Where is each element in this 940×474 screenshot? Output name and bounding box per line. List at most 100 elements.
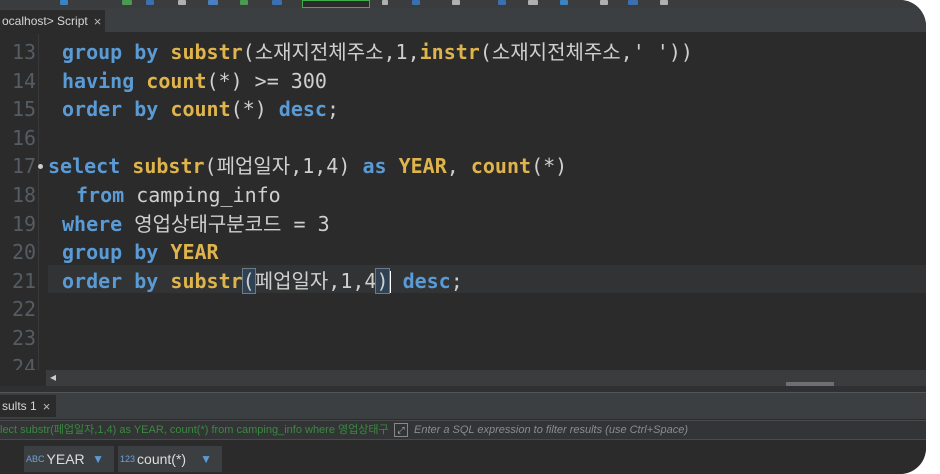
code-token: count [146,68,207,93]
code-text: group by substr(소재지전체주소,1,instr(소재지전체주소,… [62,38,693,66]
code-line[interactable]: 13 group by substr(소재지전체주소,1,instr(소재지전체주… [0,38,926,66]
code-token: by [134,268,159,293]
code-token: group [62,40,123,64]
tab-script[interactable]: ocalhost> Script × [0,10,105,32]
expand-icon[interactable]: ⤢ [394,423,408,437]
code-token: ( [241,267,256,294]
line-number: 21 [12,268,37,293]
results-tab-label: sults 1 [2,399,37,413]
sql-editor[interactable]: 13 group by substr(소재지전체주소,1,instr(소재지전체주… [0,34,926,370]
code-line[interactable]: 22 [0,295,926,323]
code-token: by [134,40,159,64]
horizontal-scrollbar[interactable]: ◂ [46,370,926,386]
code-text: select substr(페업일자,1,4) as YEAR, count(*… [48,152,567,180]
fold-marker-icon[interactable] [38,164,43,170]
sort-icon[interactable]: ▼ [200,452,212,466]
code-token: having [62,68,135,93]
code-token: 페업일자,1,4 [254,268,377,293]
results-tab-bar: sults 1 × [0,392,926,419]
app-window: ocalhost> Script × 13 group by substr(소재지… [0,0,926,474]
sort-icon[interactable]: ▼ [92,452,104,466]
code-token: by [134,240,159,265]
main-toolbar [0,0,926,8]
line-number: 15 [12,97,37,122]
tab-script-label: ocalhost> Script [2,14,88,28]
column-year-label: YEAR [46,451,85,467]
code-text: having count(*) >= 300 [62,67,327,95]
code-token: YEAR [398,154,447,179]
line-number: 23 [12,326,37,350]
code-token: camping_info [124,183,281,207]
code-token: (*) >= 300 [206,68,327,93]
code-token: , [446,154,471,179]
close-icon[interactable]: × [94,14,102,29]
code-token: ; [450,268,463,293]
toolbar-field[interactable] [302,0,370,8]
code-token: (소재지전체주소,' ')) [479,40,693,64]
code-token: substr [132,154,205,179]
line-number: 20 [12,240,37,265]
code-token: YEAR [170,240,219,265]
code-token: from [76,183,125,207]
code-token: by [134,97,159,122]
line-number: 17 [12,154,37,179]
column-count-label: count(*) [137,451,187,467]
code-token: count [170,97,231,122]
code-line[interactable]: 15 order by count(*) desc; [0,95,926,123]
column-year[interactable]: ABC YEAR ▼ [24,446,114,472]
tab-results-1[interactable]: sults 1 × [0,395,56,417]
results-filter-bar: lect substr(페업일자,1,4) as YEAR, count(*) … [0,420,926,440]
code-token: where [62,211,123,236]
code-token: select [48,154,121,179]
code-line[interactable]: 16 [0,124,926,152]
numeric-type-icon: 123 [120,454,136,464]
line-number: 24 [12,354,37,370]
line-number: 14 [12,68,37,93]
code-text: order by count(*) desc; [62,95,339,123]
code-text: where 영업상태구분코드 = 3 [62,210,330,238]
line-number: 22 [12,297,37,322]
code-token: substr [170,40,243,64]
code-token: order [62,268,123,293]
line-number: 18 [12,183,37,207]
code-token: as [362,154,387,179]
close-icon[interactable]: × [43,399,51,414]
code-line[interactable]: 19 where 영업상태구분코드 = 3 [0,210,926,238]
code-token: ) [375,267,390,294]
code-token: desc [278,97,327,122]
code-line[interactable]: 24 [0,353,926,370]
text-type-icon: ABC [26,454,45,464]
code-token: desc [402,268,451,293]
code-line[interactable]: 21 order by substr(페업일자,1,4) desc; [0,267,926,295]
filter-input[interactable]: Enter a SQL expression to filter results… [414,422,914,438]
column-count[interactable]: 123 count(*) ▼ [118,446,222,472]
line-number: 16 [12,125,37,150]
code-line[interactable]: 17 select substr(페업일자,1,4) as YEAR, count… [0,152,926,180]
code-line[interactable]: 23 [0,324,926,352]
code-token: substr [170,268,243,293]
scroll-left-icon[interactable]: ◂ [50,370,56,384]
editor-tab-bar: ocalhost> Script × [0,8,926,33]
code-line[interactable]: 18 from camping_info [0,181,926,209]
code-token: order [62,97,123,122]
line-number: 13 [12,40,37,64]
query-preview: lect substr(페업일자,1,4) as YEAR, count(*) … [0,424,388,436]
code-token: count [470,154,532,179]
code-text: group by YEAR [62,238,219,266]
code-token: group [62,240,123,265]
code-token: (*) [531,154,568,179]
code-token: (소재지전체주소,1, [242,40,420,64]
code-line[interactable]: 20 group by YEAR [0,238,926,266]
code-line[interactable]: 14 having count(*) >= 300 [0,67,926,95]
code-text: from camping_info [76,181,281,209]
